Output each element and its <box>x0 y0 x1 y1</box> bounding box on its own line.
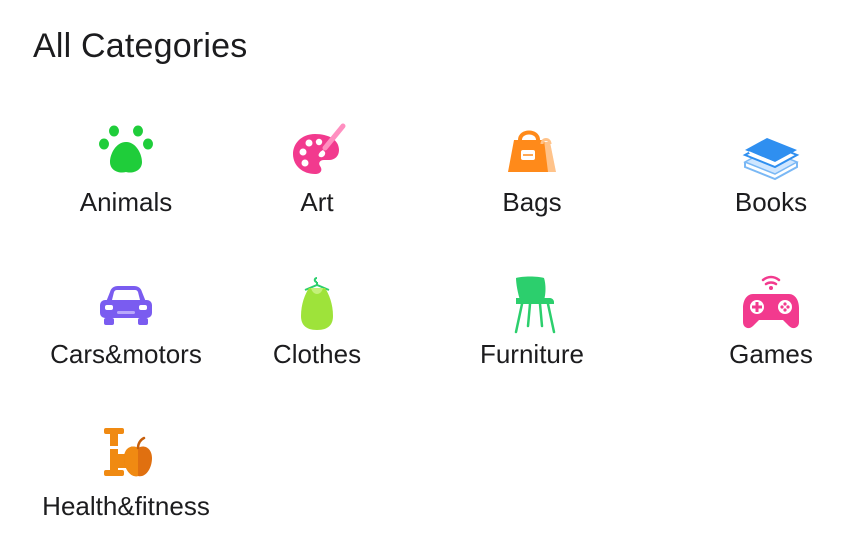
category-cars-motors[interactable]: Cars&motors <box>26 274 226 384</box>
dumbbell-apple-icon <box>96 426 156 486</box>
category-furniture[interactable]: Furniture <box>432 274 632 384</box>
category-books[interactable]: Books <box>671 122 851 232</box>
category-art[interactable]: Art <box>217 122 417 232</box>
category-label: Books <box>734 187 808 217</box>
category-health-fitness[interactable]: Health&fitness <box>26 426 226 536</box>
category-animals[interactable]: Animals <box>26 122 226 232</box>
category-label: Games <box>729 339 813 369</box>
category-label: Health&fitness <box>42 491 210 521</box>
category-bags[interactable]: Bags <box>432 122 632 232</box>
category-label: Bags <box>502 187 562 217</box>
handbag-icon <box>502 122 562 182</box>
paw-icon <box>96 122 156 182</box>
paint-palette-icon <box>287 122 347 182</box>
category-label: Animals <box>79 187 173 217</box>
category-label: Art <box>300 187 334 217</box>
category-label: Furniture <box>479 339 585 369</box>
page-title: All Categories <box>33 27 248 65</box>
category-label: Clothes <box>272 339 362 369</box>
category-clothes[interactable]: Clothes <box>217 274 417 384</box>
gamepad-icon <box>741 274 801 334</box>
books-icon <box>741 122 801 182</box>
category-label: Cars&motors <box>50 339 202 369</box>
category-games[interactable]: Games <box>671 274 851 384</box>
categories-page: All Categories Animals Art Bags Books Ca… <box>0 0 851 550</box>
car-icon <box>96 274 156 334</box>
dress-hanger-icon <box>287 274 347 334</box>
chair-icon <box>502 274 562 334</box>
